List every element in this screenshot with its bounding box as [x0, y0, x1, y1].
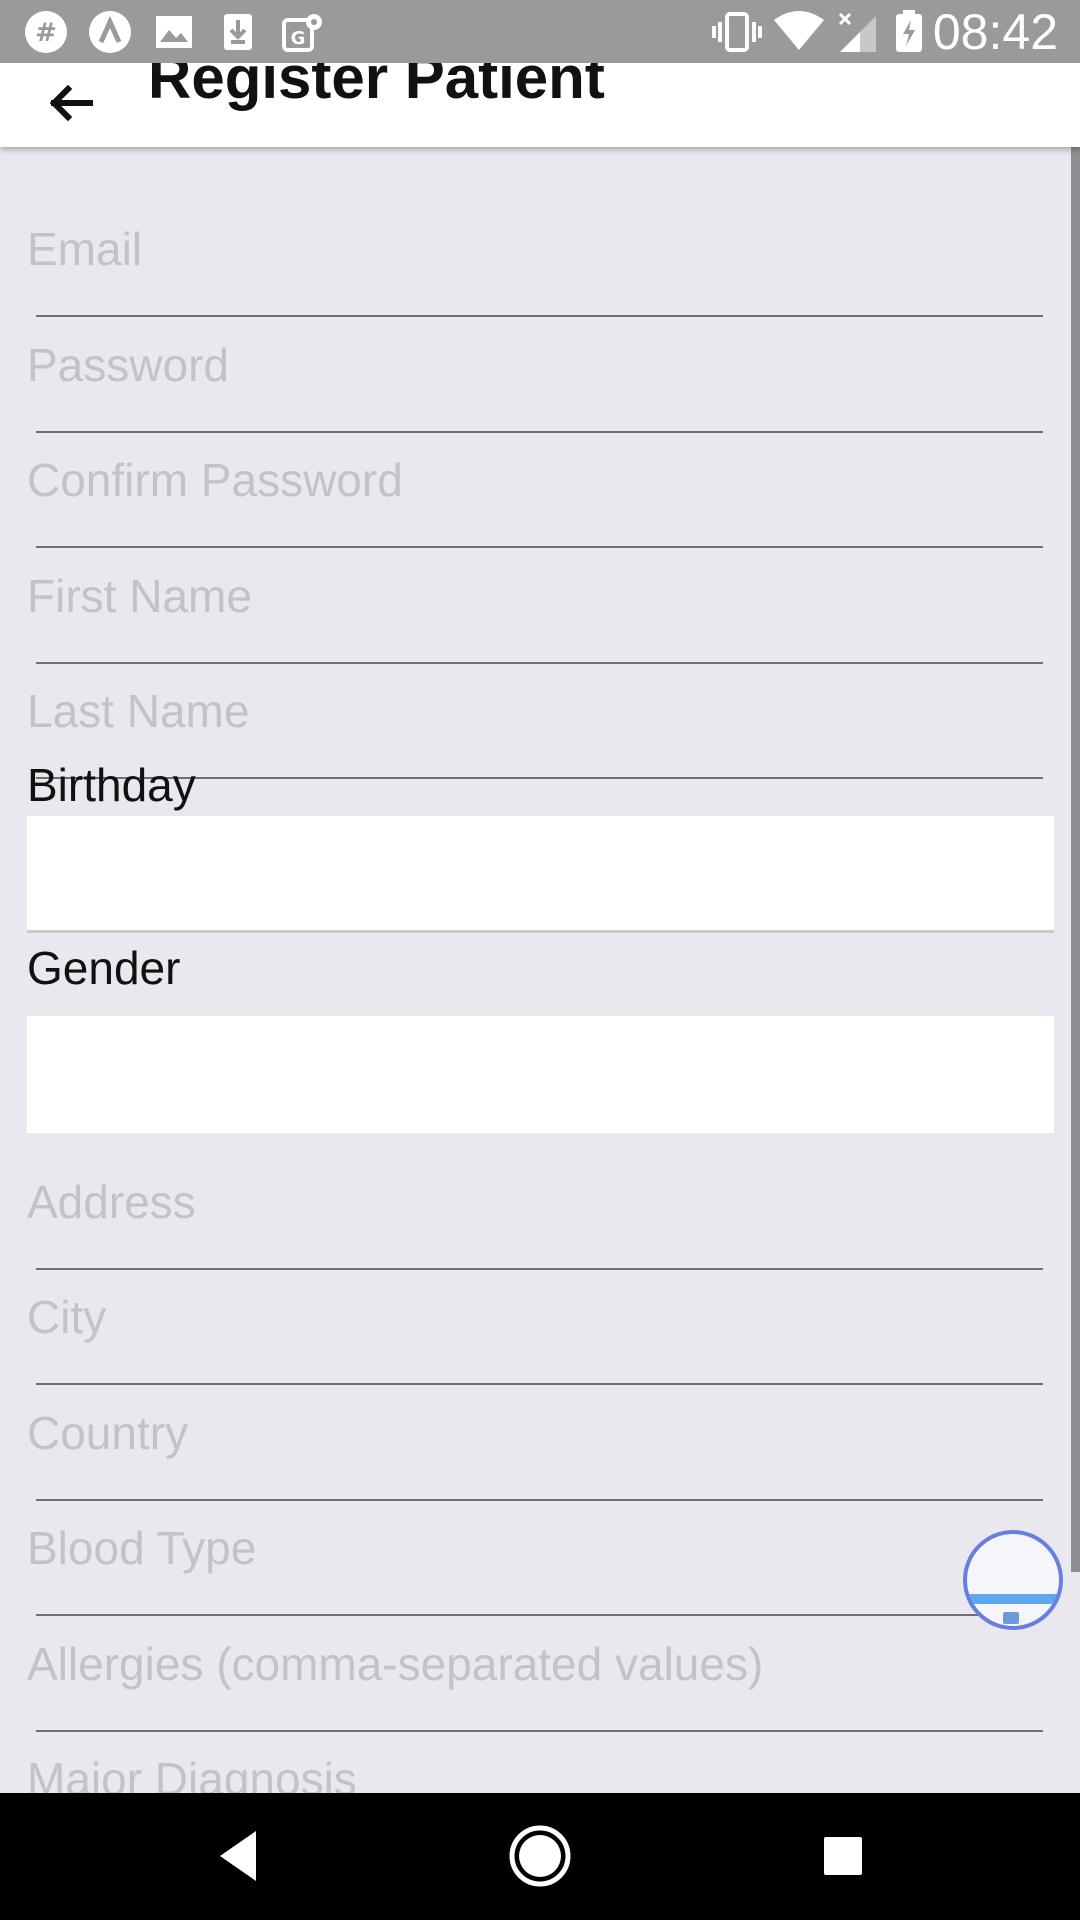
first-name-field-container [27, 546, 1043, 664]
signal-icon [836, 10, 880, 54]
gender-label: Gender [27, 942, 181, 994]
hashtag-icon: # [24, 10, 68, 54]
download-icon [216, 10, 260, 54]
nav-home-button[interactable] [507, 1823, 573, 1889]
wifi-icon [772, 10, 826, 54]
city-field-container [27, 1267, 1043, 1385]
birthday-label: Birthday [27, 759, 196, 811]
city-input[interactable] [27, 1267, 1043, 1367]
bubble-preview-icon [1003, 1612, 1019, 1624]
navigation-bar [0, 1793, 1080, 1920]
major-diagnosis-input[interactable] [27, 1729, 1043, 1793]
home-circle-icon [507, 1825, 573, 1893]
status-time: 08:42 [932, 4, 1058, 60]
password-field-container [27, 315, 1043, 433]
nav-recents-button[interactable] [810, 1823, 876, 1889]
app-root: # G 08:42 Register Patient Email First N… [0, 0, 1080, 1920]
allergies-input[interactable] [27, 1614, 1043, 1714]
confirm-password-field-container [27, 430, 1043, 548]
gender-picker[interactable] [27, 1016, 1054, 1133]
password-input[interactable] [27, 315, 1043, 415]
blood-type-field-container [27, 1498, 1043, 1616]
app-bar: Register Patient [0, 44, 1080, 147]
confirm-password-input[interactable] [27, 430, 1043, 530]
bubble-preview-bar [967, 1594, 1059, 1604]
battery-icon [894, 10, 924, 54]
back-triangle-icon [206, 1831, 272, 1893]
nav-back-button[interactable] [206, 1823, 272, 1889]
vibrate-icon [712, 10, 762, 54]
maps-icon: G [280, 10, 324, 54]
email-field-container [27, 199, 1043, 317]
last-name-field-container [27, 661, 1043, 779]
last-name-input[interactable] [27, 661, 1043, 761]
address-input[interactable] [27, 1152, 1043, 1252]
registration-form: Birthday Gender [0, 147, 1080, 1793]
recents-square-icon [810, 1837, 876, 1893]
svg-text:G: G [291, 28, 306, 49]
floating-screen-recorder-bubble[interactable] [963, 1530, 1063, 1630]
image-icon [152, 10, 196, 54]
allergies-field-container [27, 1614, 1043, 1732]
email-input[interactable] [27, 199, 1043, 299]
status-bar: # G 08:42 [0, 0, 1080, 63]
country-input[interactable] [27, 1383, 1043, 1483]
first-name-input[interactable] [27, 546, 1043, 646]
blood-type-input[interactable] [27, 1498, 1043, 1598]
arch-icon [88, 10, 132, 54]
major-diagnosis-field-container [27, 1729, 1043, 1793]
address-field-container [27, 1152, 1043, 1270]
country-field-container [27, 1383, 1043, 1501]
scrollbar[interactable] [1071, 147, 1080, 1572]
arrow-back-icon [38, 84, 110, 139]
birthday-picker[interactable] [27, 816, 1054, 933]
svg-text:#: # [35, 18, 57, 48]
back-button[interactable] [38, 63, 110, 135]
